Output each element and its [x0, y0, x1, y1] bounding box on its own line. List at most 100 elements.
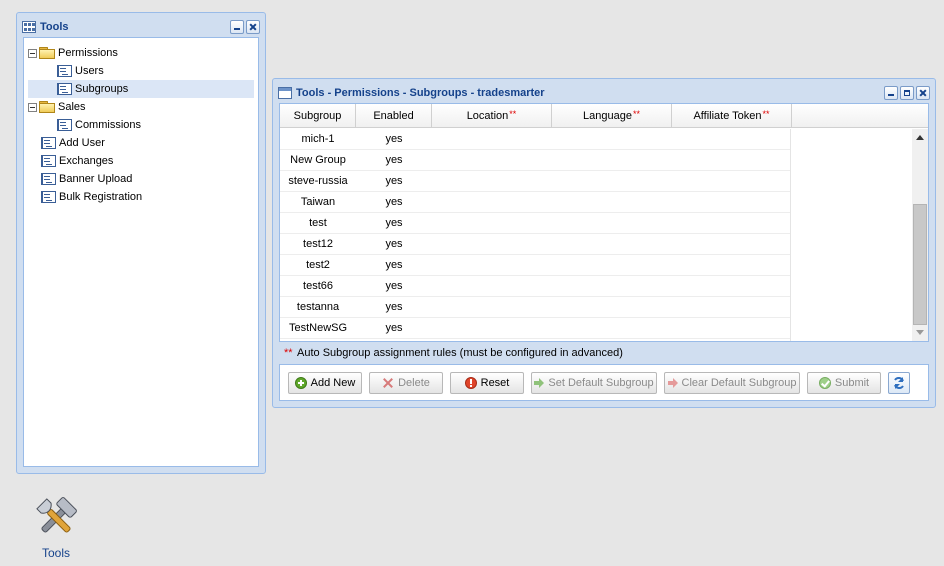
tree-item-add-user[interactable]: Add User	[28, 134, 254, 152]
column-header-enabled[interactable]: Enabled	[356, 104, 432, 127]
add-icon	[294, 376, 307, 389]
scroll-down-icon[interactable]	[916, 330, 924, 335]
cell-enabled[interactable]: yes	[356, 133, 432, 145]
cell-subgroup[interactable]: Taiwan	[280, 196, 356, 208]
tree-item-label: Subgroups	[75, 83, 129, 95]
table-row[interactable]: test yes	[280, 213, 790, 234]
cell-subgroup[interactable]: testanna	[280, 301, 356, 313]
clear-default-subgroup-button[interactable]: Clear Default Subgroup	[664, 371, 800, 394]
table-row[interactable]: mich-1 yes	[280, 129, 790, 150]
column-header-language[interactable]: Language **	[552, 104, 672, 127]
close-icon[interactable]	[916, 86, 930, 100]
tools-window-title: Tools	[40, 21, 69, 33]
column-label: Language	[583, 109, 632, 122]
cell-enabled[interactable]: yes	[356, 259, 432, 271]
tree-item-label: Exchanges	[59, 155, 114, 167]
cell-enabled[interactable]: yes	[356, 196, 432, 208]
grid-vertical-scrollbar[interactable]	[912, 129, 928, 341]
refresh-button[interactable]	[888, 371, 910, 394]
table-row[interactable]: testanna yes	[280, 297, 790, 318]
button-label: Add New	[310, 376, 356, 389]
table-row[interactable]: Taiwan yes	[280, 192, 790, 213]
cell-enabled[interactable]: yes	[356, 175, 432, 187]
cell-enabled[interactable]: yes	[356, 154, 432, 166]
refresh-icon	[894, 376, 904, 389]
scroll-thumb[interactable]	[913, 204, 927, 325]
cell-enabled[interactable]: yes	[356, 301, 432, 313]
hammer-wrench-icon	[36, 497, 77, 533]
grid-header: Subgroup Enabled Location ** Language ** A…	[280, 104, 928, 128]
scroll-up-icon[interactable]	[916, 135, 924, 140]
collapse-icon[interactable]	[28, 102, 37, 112]
minimize-icon[interactable]	[230, 20, 244, 34]
cell-subgroup[interactable]: test	[280, 217, 356, 229]
cell-enabled[interactable]: yes	[356, 238, 432, 250]
subgroups-window-header[interactable]: Tools - Permissions - Subgroups - trades…	[276, 82, 932, 104]
button-label: Submit	[834, 376, 870, 389]
button-toolbar: Add New Delete Reset Set Default Subgrou…	[279, 364, 929, 401]
add-new-button[interactable]: Add New	[288, 371, 362, 394]
cell-subgroup[interactable]: test12	[280, 238, 356, 250]
tree-item-banner-upload[interactable]: Banner Upload	[28, 170, 254, 188]
page-icon	[41, 191, 56, 203]
tree-item-commissions[interactable]: Commissions	[28, 116, 254, 134]
subgroups-window-title: Tools - Permissions - Subgroups - trades…	[296, 87, 545, 99]
page-icon	[57, 65, 72, 77]
required-mark: **	[762, 108, 770, 119]
tree-item-label: Bulk Registration	[59, 191, 143, 203]
table-row[interactable]: New Group yes	[280, 150, 790, 171]
button-label: Clear Default Subgroup	[681, 376, 797, 389]
tree-item-permissions[interactable]: Permissions	[28, 44, 254, 62]
delete-x-icon	[382, 377, 394, 389]
collapse-icon[interactable]	[28, 48, 37, 58]
delete-button[interactable]: Delete	[369, 371, 443, 394]
column-label: Enabled	[373, 109, 414, 122]
grid-column-divider	[790, 129, 791, 341]
tree-item-exchanges[interactable]: Exchanges	[28, 152, 254, 170]
minimize-icon[interactable]	[884, 86, 898, 100]
set-default-subgroup-button[interactable]: Set Default Subgroup	[531, 371, 657, 394]
page-icon	[41, 155, 56, 167]
column-header-subgroup[interactable]: Subgroup	[280, 104, 356, 127]
column-header-location[interactable]: Location **	[432, 104, 552, 127]
cell-subgroup[interactable]: New Group	[280, 154, 356, 166]
tree-item-label: Banner Upload	[59, 173, 133, 185]
cell-subgroup[interactable]: TestNewSG	[280, 322, 356, 334]
table-row[interactable]: steve-russia yes	[280, 171, 790, 192]
close-icon[interactable]	[246, 20, 260, 34]
cell-subgroup[interactable]: test2	[280, 259, 356, 271]
table-row[interactable]: TestNewSG yes	[280, 318, 790, 339]
cell-subgroup[interactable]: test66	[280, 280, 356, 292]
table-row[interactable]: test2 yes	[280, 255, 790, 276]
cell-enabled[interactable]: yes	[356, 280, 432, 292]
required-mark: **	[509, 108, 517, 119]
button-label: Delete	[398, 376, 430, 389]
tools-window-header[interactable]: Tools	[20, 16, 262, 38]
cell-subgroup[interactable]: mich-1	[280, 133, 356, 145]
tree-item-bulk-registration[interactable]: Bulk Registration	[28, 188, 254, 206]
footnote: ** Auto Subgroup assignment rules (must …	[283, 347, 623, 359]
tree-item-users[interactable]: Users	[28, 62, 254, 80]
page-icon	[57, 119, 72, 131]
window-icon	[278, 87, 292, 99]
maximize-icon[interactable]	[900, 86, 914, 100]
cell-enabled[interactable]: yes	[356, 217, 432, 229]
column-header-affiliate-token[interactable]: Affiliate Token **	[672, 104, 792, 127]
button-label: Set Default Subgroup	[548, 376, 654, 389]
desktop-shortcut-tools[interactable]: Tools	[28, 494, 84, 560]
submit-button[interactable]: Submit	[807, 371, 881, 394]
tree-item-subgroups[interactable]: Subgroups	[28, 80, 254, 98]
cell-enabled[interactable]: yes	[356, 322, 432, 334]
tree-item-label: Commissions	[75, 119, 142, 131]
footnote-text: Auto Subgroup assignment rules (must be …	[297, 347, 623, 359]
table-row[interactable]: test66 yes	[280, 276, 790, 297]
arrow-right-icon	[534, 377, 545, 389]
required-mark: **	[632, 108, 640, 119]
button-label: Reset	[480, 376, 510, 389]
table-row[interactable]: test12 yes	[280, 234, 790, 255]
cell-subgroup[interactable]: steve-russia	[280, 175, 356, 187]
reset-button[interactable]: Reset	[450, 371, 524, 394]
tree-item-label: Permissions	[58, 47, 118, 59]
arrow-right-icon	[667, 377, 678, 389]
tree-item-sales[interactable]: Sales	[28, 98, 254, 116]
